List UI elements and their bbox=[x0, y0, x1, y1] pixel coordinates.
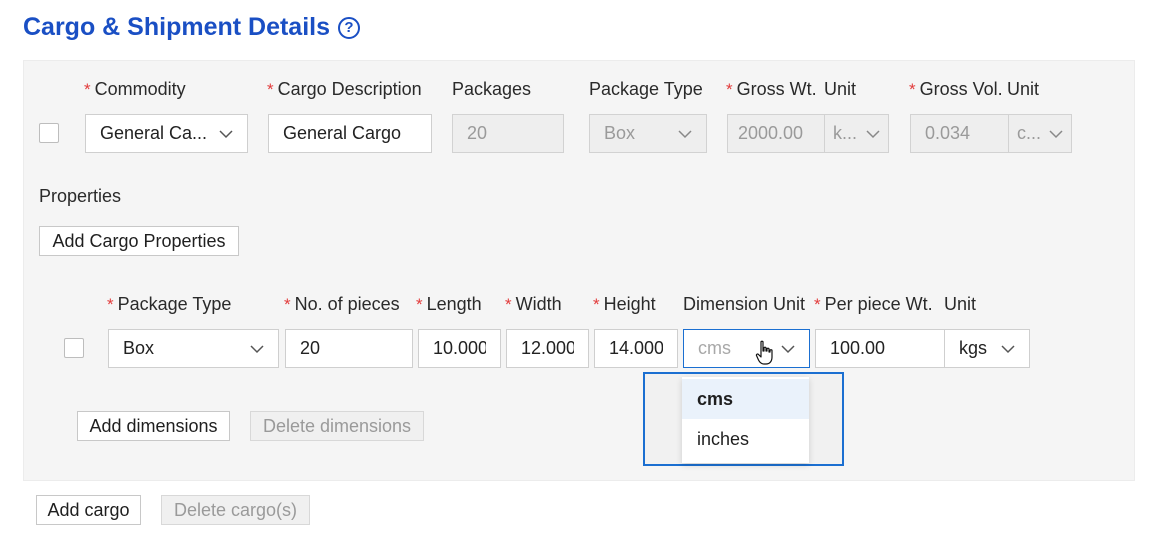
dimension-unit-label: Dimension Unit bbox=[683, 294, 806, 314]
chevron-down-icon bbox=[1001, 342, 1015, 356]
gross-wt-label: * Gross Wt. bbox=[726, 79, 817, 99]
per-piece-wt-input[interactable]: 100.00 bbox=[815, 329, 945, 368]
page-title: Cargo & Shipment Details ? bbox=[23, 13, 360, 42]
chevron-down-icon bbox=[250, 342, 264, 356]
help-icon[interactable]: ? bbox=[338, 16, 360, 39]
packages-label: Packages bbox=[452, 79, 532, 99]
properties-label: Properties bbox=[39, 186, 122, 206]
cargo-description-input[interactable]: General Cargo bbox=[268, 114, 432, 153]
pieces-input[interactable]: 20 bbox=[285, 329, 413, 368]
dropdown-option-inches[interactable]: inches bbox=[682, 419, 809, 459]
chevron-down-icon bbox=[1049, 127, 1063, 141]
dim-package-type-select[interactable]: Box bbox=[108, 329, 279, 368]
chevron-down-icon bbox=[219, 127, 233, 141]
add-cargo-properties-button[interactable]: Add Cargo Properties bbox=[39, 226, 239, 256]
per-piece-wt-label: * Per piece Wt. bbox=[814, 294, 933, 314]
add-cargo-button[interactable]: Add cargo bbox=[36, 495, 141, 525]
commodity-select[interactable]: General Ca... bbox=[85, 114, 248, 153]
dimension-row-checkbox[interactable] bbox=[64, 338, 84, 358]
chevron-down-icon bbox=[678, 127, 692, 141]
chevron-down-icon bbox=[781, 342, 795, 356]
cargo-row-checkbox[interactable] bbox=[39, 123, 59, 143]
packages-input: 20 bbox=[452, 114, 564, 153]
length-input[interactable]: 10.000 bbox=[418, 329, 501, 368]
gross-vol-label: * Gross Vol. bbox=[909, 79, 1003, 99]
per-piece-unit-label: Unit bbox=[944, 294, 977, 314]
package-type-label: Package Type bbox=[589, 79, 703, 99]
per-piece-unit-select[interactable]: kgs bbox=[944, 329, 1030, 368]
delete-dimensions-button: Delete dimensions bbox=[250, 411, 424, 441]
gross-wt-unit-select: k... bbox=[824, 114, 889, 153]
page-title-text: Cargo & Shipment Details bbox=[23, 13, 330, 41]
dimension-unit-select[interactable]: cms bbox=[683, 329, 810, 368]
hand-cursor-icon bbox=[755, 340, 775, 366]
gross-wt-input: 2000.00 bbox=[727, 114, 825, 153]
dimension-unit-dropdown: cms inches bbox=[682, 377, 809, 463]
width-label: * Width bbox=[505, 294, 562, 314]
cargo-description-label: * Cargo Description bbox=[267, 79, 422, 99]
package-type-select: Box bbox=[589, 114, 707, 153]
chevron-down-icon bbox=[866, 127, 880, 141]
add-dimensions-button[interactable]: Add dimensions bbox=[77, 411, 230, 441]
gross-vol-unit-label: Unit bbox=[1007, 79, 1040, 99]
gross-vol-input: 0.034 bbox=[910, 114, 1009, 153]
dropdown-option-cms[interactable]: cms bbox=[682, 379, 809, 419]
dim-package-type-label: * Package Type bbox=[107, 294, 232, 314]
commodity-label: * Commodity bbox=[84, 79, 186, 99]
height-input[interactable]: 14.000 bbox=[594, 329, 678, 368]
width-input[interactable]: 12.000 bbox=[506, 329, 589, 368]
pieces-label: * No. of pieces bbox=[284, 294, 400, 314]
length-label: * Length bbox=[416, 294, 482, 314]
gross-vol-unit-select: c... bbox=[1008, 114, 1072, 153]
delete-cargo-button: Delete cargo(s) bbox=[161, 495, 310, 525]
gross-wt-unit-label: Unit bbox=[824, 79, 857, 99]
height-label: * Height bbox=[593, 294, 656, 314]
